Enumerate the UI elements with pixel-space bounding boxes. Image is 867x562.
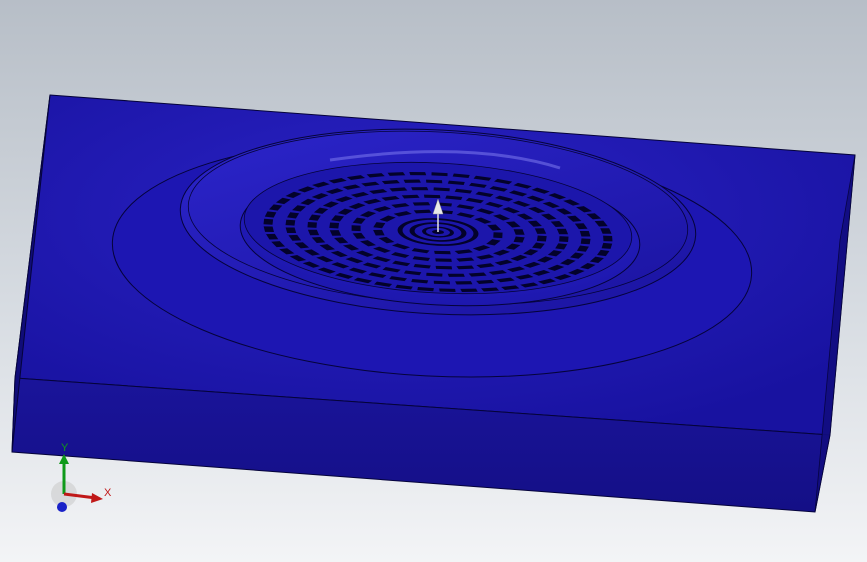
perforation-hole [603, 235, 613, 242]
perforation-hole [285, 227, 297, 234]
perforation-hole [439, 288, 456, 292]
perforation-hole [493, 232, 503, 239]
perforation-hole [580, 238, 591, 245]
y-arrow-head [59, 454, 69, 464]
perforation-hole [536, 235, 547, 242]
perforation-hole [426, 179, 443, 184]
perforation-hole [285, 219, 296, 226]
perforation-hole [435, 265, 453, 270]
perforation-hole [447, 273, 465, 277]
z-axis [57, 502, 67, 512]
perforation-hole [329, 222, 340, 229]
perforation-hole [455, 281, 473, 285]
perforation-hole [579, 230, 591, 237]
reference-triad: Y X [51, 442, 112, 512]
perforation-hole [351, 225, 361, 232]
perforation-hole [263, 226, 274, 233]
graphics-viewport[interactable] [0, 0, 867, 562]
perforation-hole [307, 221, 317, 228]
perforation-hole [409, 172, 427, 176]
perforation-hole [433, 280, 450, 285]
perforation-hole [387, 172, 406, 176]
perforation-hole [411, 187, 429, 191]
perforation-hole [423, 194, 441, 199]
x-axis-label: X [104, 487, 112, 499]
perforation-hole [263, 218, 274, 225]
perforation-hole [434, 250, 451, 255]
perforation-hole [601, 242, 613, 249]
perforation-hole [460, 288, 478, 293]
perforation-hole [559, 236, 569, 243]
perforation-hole [435, 258, 452, 262]
x-arrow-head [91, 493, 103, 503]
y-axis-label: Y [61, 442, 69, 454]
perforation-hole [412, 202, 431, 206]
perforation-hole [403, 179, 421, 183]
